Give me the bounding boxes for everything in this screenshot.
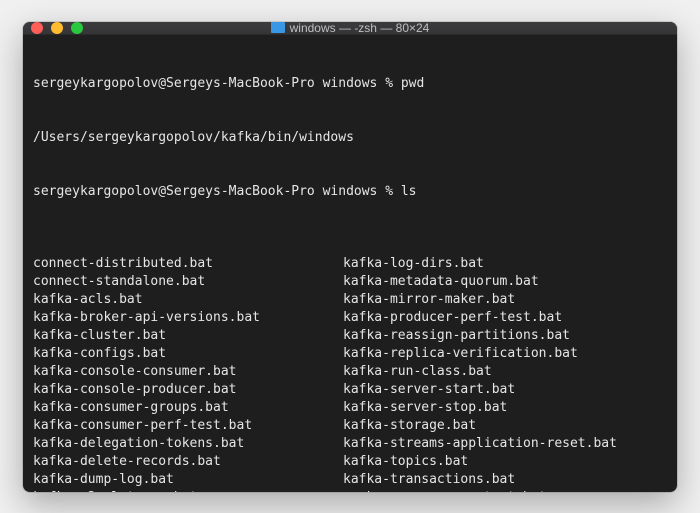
list-item: kafka-acls.bat bbox=[33, 291, 343, 309]
list-item: kafka-server-start.bat bbox=[343, 381, 667, 399]
list-item: kafka-delete-records.bat bbox=[33, 453, 343, 471]
terminal-window: windows — -zsh — 80×24 sergeykargopolov@… bbox=[23, 22, 677, 492]
list-item: kafka-mirror-maker.bat bbox=[343, 291, 667, 309]
list-item: kafka-server-stop.bat bbox=[343, 399, 667, 417]
list-item: kafka-transactions.bat bbox=[343, 471, 667, 489]
list-item: kafka-console-producer.bat bbox=[33, 381, 343, 399]
output-pwd: /Users/sergeykargopolov/kafka/bin/window… bbox=[33, 129, 667, 147]
list-item: kafka-run-class.bat bbox=[343, 363, 667, 381]
list-item: kafka-consumer-perf-test.bat bbox=[33, 417, 343, 435]
ls-column-2: kafka-log-dirs.batkafka-metadata-quorum.… bbox=[343, 255, 667, 492]
traffic-lights bbox=[31, 22, 83, 34]
list-item: kafka-replica-verification.bat bbox=[343, 345, 667, 363]
list-item: kafka-producer-perf-test.bat bbox=[343, 309, 667, 327]
list-item: kafka-topics.bat bbox=[343, 453, 667, 471]
list-item: kafka-storage.bat bbox=[343, 417, 667, 435]
command-text: pwd bbox=[401, 76, 424, 91]
list-item: kafka-configs.bat bbox=[33, 345, 343, 363]
list-item: kafka-log-dirs.bat bbox=[343, 255, 667, 273]
list-item: kafka-dump-log.bat bbox=[33, 471, 343, 489]
list-item: kafka-cluster.bat bbox=[33, 327, 343, 345]
prompt-text: sergeykargopolov@Sergeys-MacBook-Pro win… bbox=[33, 184, 401, 199]
ls-column-1: connect-distributed.batconnect-standalon… bbox=[33, 255, 343, 492]
list-item: kafka-broker-api-versions.bat bbox=[33, 309, 343, 327]
window-title: windows — -zsh — 80×24 bbox=[290, 22, 430, 35]
prompt-line: sergeykargopolov@Sergeys-MacBook-Pro win… bbox=[33, 183, 667, 201]
prompt-text: sergeykargopolov@Sergeys-MacBook-Pro win… bbox=[33, 76, 401, 91]
list-item: kafka-streams-application-reset.bat bbox=[343, 435, 667, 453]
minimize-button[interactable] bbox=[51, 22, 63, 34]
command-text: ls bbox=[401, 184, 417, 199]
list-item: kafka-consumer-groups.bat bbox=[33, 399, 343, 417]
list-item: connect-distributed.bat bbox=[33, 255, 343, 273]
list-item: connect-standalone.bat bbox=[33, 273, 343, 291]
list-item: kafka-e2e-latency.bat bbox=[33, 489, 343, 492]
window-title-wrap: windows — -zsh — 80×24 bbox=[23, 22, 677, 35]
terminal-body[interactable]: sergeykargopolov@Sergeys-MacBook-Pro win… bbox=[23, 35, 677, 492]
list-item: zookeeper-server-start.bat bbox=[343, 489, 667, 492]
prompt-line: sergeykargopolov@Sergeys-MacBook-Pro win… bbox=[33, 75, 667, 93]
list-item: kafka-reassign-partitions.bat bbox=[343, 327, 667, 345]
titlebar[interactable]: windows — -zsh — 80×24 bbox=[23, 22, 677, 35]
maximize-button[interactable] bbox=[71, 22, 83, 34]
list-item: kafka-metadata-quorum.bat bbox=[343, 273, 667, 291]
folder-icon bbox=[271, 22, 285, 33]
list-item: kafka-delegation-tokens.bat bbox=[33, 435, 343, 453]
close-button[interactable] bbox=[31, 22, 43, 34]
ls-output: connect-distributed.batconnect-standalon… bbox=[33, 255, 667, 492]
list-item: kafka-console-consumer.bat bbox=[33, 363, 343, 381]
